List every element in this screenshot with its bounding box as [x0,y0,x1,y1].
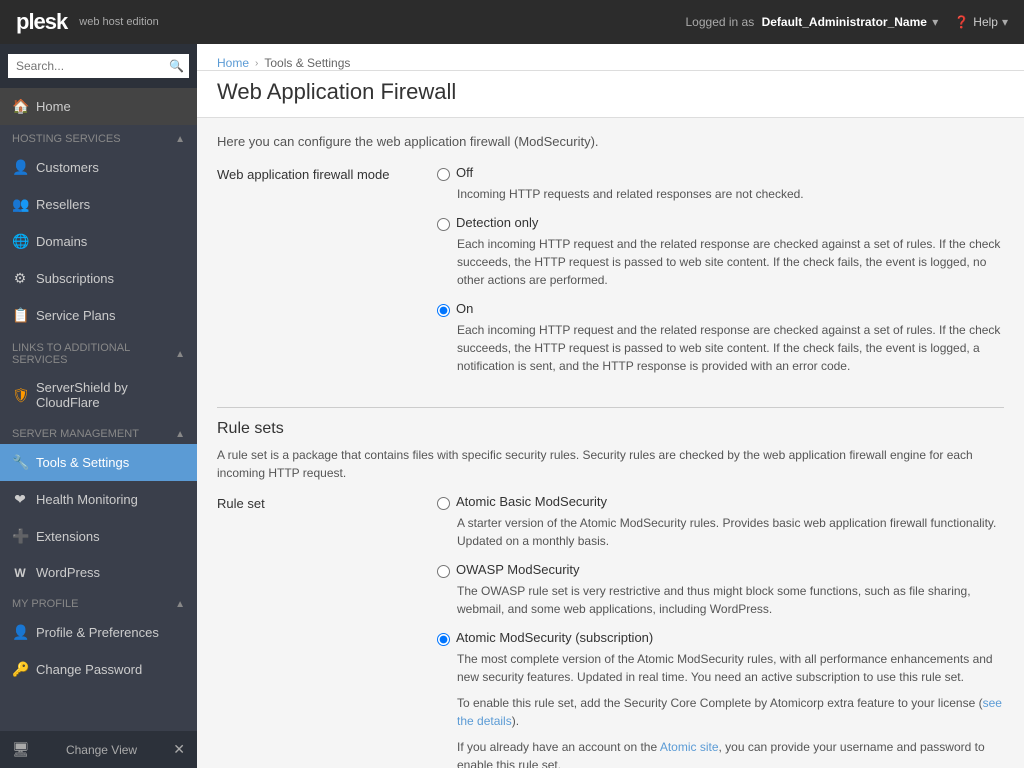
ruleset-owasp-desc: The OWASP rule set is very restrictive a… [457,582,1004,618]
chevron-up-icon-links: ▲ [175,349,185,360]
firewall-mode-row: Web application firewall mode Off Incomi… [217,165,1004,387]
chevron-up-icon-server: ▲ [175,429,185,440]
breadcrumb-home[interactable]: Home [217,56,249,70]
sidebar-item-service-plans[interactable]: 📋 Service Plans [0,297,197,334]
change-view-button[interactable]: 🖥 Change View ✕ [0,731,197,768]
ruleset-atomic-basic-option: Atomic Basic ModSecurity [437,494,1004,510]
sidebar-item-tools-settings[interactable]: 🔧 Tools & Settings [0,444,197,481]
sidebar-section-hosting[interactable]: Hosting Services ▲ [0,125,197,149]
service-plans-icon: 📋 [12,307,28,324]
mode-on-label[interactable]: On [456,301,473,316]
enable-ruleset-text: To enable this rule set, add the Securit… [457,694,1004,730]
sidebar-item-subscriptions[interactable]: ⚙ Subscriptions [0,260,197,297]
sidebar-section-links[interactable]: Links to Additional Services ▲ [0,334,197,370]
ruleset-owasp-label[interactable]: OWASP ModSecurity [456,562,580,577]
mode-on-group: On Each incoming HTTP request and the re… [437,301,1004,375]
servershield-icon: 🛡 [12,387,28,404]
ruleset-atomic-sub-label[interactable]: Atomic ModSecurity (subscription) [456,630,653,645]
page-title: Web Application Firewall [197,71,1024,118]
ruleset-atomic-basic-radio[interactable] [437,497,450,510]
search-box: 🔍 [0,44,197,88]
atomic-site-link[interactable]: Atomic site [660,740,719,754]
sidebar: 🔍 🏠 Home Hosting Services ▲ 👤 Customers … [0,44,197,768]
edition-label: web host edition [79,16,159,28]
customers-icon: 👤 [12,159,28,176]
sidebar-item-home[interactable]: 🏠 Home [0,88,197,125]
sidebar-item-resellers[interactable]: 👥 Resellers [0,186,197,223]
section-divider [217,407,1004,408]
sidebar-item-domains[interactable]: 🌐 Domains [0,223,197,260]
domains-icon: 🌐 [12,233,28,250]
chevron-up-icon: ▲ [175,134,185,145]
ruleset-atomic-basic-label[interactable]: Atomic Basic ModSecurity [456,494,607,509]
chevron-up-icon-profile: ▲ [175,599,185,610]
breadcrumb-separator: › [255,58,258,69]
mode-off-option: Off [437,165,1004,181]
search-input[interactable] [8,54,189,78]
sidebar-section-server[interactable]: Server Management ▲ [0,420,197,444]
mode-on-radio[interactable] [437,304,450,317]
sidebar-item-extensions[interactable]: ➕ Extensions [0,518,197,555]
ruleset-atomic-basic-group: Atomic Basic ModSecurity A starter versi… [437,494,1004,550]
tools-settings-icon: 🔧 [12,454,28,471]
top-navigation: plesk web host edition Logged in as Defa… [0,0,1024,44]
key-icon: 🔑 [12,661,28,678]
mode-off-group: Off Incoming HTTP requests and related r… [437,165,1004,203]
rule-set-controls: Atomic Basic ModSecurity A starter versi… [437,494,1004,768]
mode-off-label[interactable]: Off [456,165,473,180]
content-body: Here you can configure the web applicati… [197,118,1024,768]
mode-detection-desc: Each incoming HTTP request and the relat… [457,235,1004,289]
subscriptions-icon: ⚙ [12,270,28,287]
mode-detection-group: Detection only Each incoming HTTP reques… [437,215,1004,289]
ruleset-owasp-radio[interactable] [437,565,450,578]
atomic-site-text: If you already have an account on the At… [457,738,1004,768]
sidebar-section-profile[interactable]: My Profile ▲ [0,590,197,614]
help-button[interactable]: ❓ Help ▾ [954,15,1008,29]
sidebar-item-change-password[interactable]: 🔑 Change Password [0,651,197,688]
firewall-mode-controls: Off Incoming HTTP requests and related r… [437,165,1004,387]
profile-icon: 👤 [12,624,28,641]
ruleset-atomic-basic-desc: A starter version of the Atomic ModSecur… [457,514,1004,550]
ruleset-atomic-sub-group: Atomic ModSecurity (subscription) The mo… [437,630,1004,768]
home-icon: 🏠 [12,98,28,115]
breadcrumb: Home › Tools & Settings [197,44,1024,71]
mode-off-radio[interactable] [437,168,450,181]
content-area: Home › Tools & Settings Web Application … [197,44,1024,768]
resellers-icon: 👥 [12,196,28,213]
sidebar-item-servershield[interactable]: 🛡 ServerShield by CloudFlare [0,370,197,420]
logo-area: plesk web host edition [16,9,159,35]
search-icon[interactable]: 🔍 [169,59,184,73]
health-icon: ❤ [12,491,28,508]
extensions-icon: ➕ [12,528,28,545]
ruleset-owasp-option: OWASP ModSecurity [437,562,1004,578]
ruleset-atomic-sub-radio[interactable] [437,633,450,646]
sidebar-item-wordpress[interactable]: W WordPress [0,555,197,590]
change-view-icon: 🖥 [12,741,30,758]
rule-set-label: Rule set [217,494,437,768]
ruleset-atomic-sub-option: Atomic ModSecurity (subscription) [437,630,1004,646]
mode-on-desc: Each incoming HTTP request and the relat… [457,321,1004,375]
close-icon[interactable]: ✕ [173,741,185,758]
page-description: Here you can configure the web applicati… [217,134,1004,149]
sidebar-item-health-monitoring[interactable]: ❤ Health Monitoring [0,481,197,518]
breadcrumb-current: Tools & Settings [264,56,350,70]
sidebar-item-customers[interactable]: 👤 Customers [0,149,197,186]
top-nav-right: Logged in as Default_Administrator_Name … [686,15,1009,29]
plesk-logo: plesk [16,9,67,35]
wordpress-icon: W [12,566,28,580]
ruleset-owasp-group: OWASP ModSecurity The OWASP rule set is … [437,562,1004,618]
mode-detection-radio[interactable] [437,218,450,231]
mode-on-option: On [437,301,1004,317]
sidebar-item-profile-preferences[interactable]: 👤 Profile & Preferences [0,614,197,651]
mode-detection-option: Detection only [437,215,1004,231]
mode-off-desc: Incoming HTTP requests and related respo… [457,185,1004,203]
rule-sets-heading: Rule sets [217,420,1004,438]
firewall-mode-label: Web application firewall mode [217,165,437,387]
rule-sets-desc: A rule set is a package that contains fi… [217,446,1004,482]
logged-in-label: Logged in as Default_Administrator_Name … [686,15,939,29]
rule-set-row: Rule set Atomic Basic ModSecurity A star… [217,494,1004,768]
ruleset-atomic-sub-desc: The most complete version of the Atomic … [457,650,1004,686]
main-layout: 🔍 🏠 Home Hosting Services ▲ 👤 Customers … [0,44,1024,768]
mode-detection-label[interactable]: Detection only [456,215,538,230]
